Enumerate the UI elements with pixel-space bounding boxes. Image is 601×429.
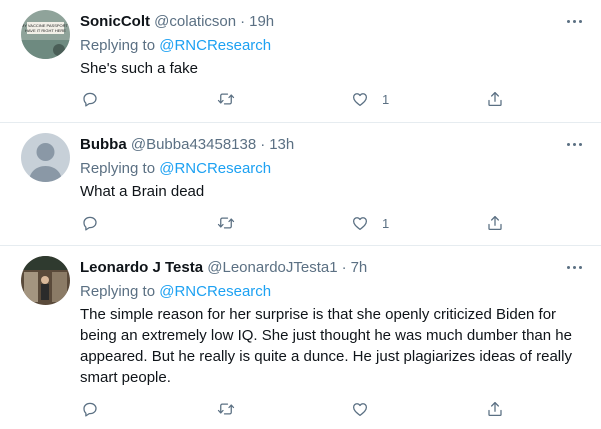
replying-to-label: Replying to [80,160,160,177]
timestamp[interactable]: 7h [351,259,368,276]
more-icon[interactable] [564,134,584,154]
retweet-icon [217,403,235,415]
tweet-header: Leonardo J Testa @LeonardoJTesta1 · 7h [80,258,367,278]
user-handle[interactable]: @Bubba43458138 [131,136,256,153]
reply-button[interactable] [81,397,99,421]
tweet-text: She's such a fake [80,60,198,77]
replying-to: Replying to @RNCResearch [80,36,271,56]
tweet-text: What a Brain dead [80,183,205,200]
like-icon [352,217,368,231]
like-button[interactable]: 1 [351,211,389,235]
replying-to: Replying to @RNCResearch [80,282,271,302]
tweet-header: SonicColt @colaticson · 19h [80,12,274,32]
retweet-icon [217,93,235,105]
timestamp[interactable]: 19h [249,13,274,30]
reply-icon [83,92,97,107]
user-handle[interactable]: @LeonardoJTesta1 [207,259,337,276]
retweet-button[interactable] [217,87,235,111]
display-name[interactable]: SonicColt [80,13,150,30]
mention-link[interactable]: @RNCResearch [159,283,271,300]
like-icon [352,93,368,107]
like-count: 1 [382,215,390,231]
svg-text:HAVE IT RIGHT HERE: HAVE IT RIGHT HERE [25,28,66,33]
avatar[interactable]: MY VACCINE PASSPORT? HAVE IT RIGHT HERE [21,10,70,59]
share-icon [488,401,502,417]
share-icon [488,91,502,107]
mention-link[interactable]: @RNCResearch [159,37,271,54]
avatar[interactable] [21,133,70,182]
share-icon [488,215,502,231]
tweet[interactable]: Bubba @Bubba43458138 · 13h Replying to @RN… [0,123,601,246]
replying-to-label: Replying to [80,283,160,300]
separator-dot: · [260,136,266,153]
tweet-actions: 1 [80,87,601,111]
tweet-actions: 1 [80,211,601,235]
more-icon[interactable] [564,257,584,277]
reply-icon [83,402,97,417]
replying-to-label: Replying to [80,37,160,54]
like-count: 1 [382,91,390,107]
retweet-button[interactable] [217,397,235,421]
display-name[interactable]: Leonardo J Testa [80,259,203,276]
tweet-actions [80,397,601,421]
separator-dot: · [240,13,246,30]
timestamp[interactable]: 13h [269,136,294,153]
tweet-header: Bubba @Bubba43458138 · 13h [80,135,294,155]
share-button[interactable] [486,397,504,421]
share-button[interactable] [486,87,504,111]
tweet-text: The simple reason for her surprise is th… [80,306,572,386]
more-icon[interactable] [564,11,584,31]
retweet-icon [217,217,235,229]
user-handle[interactable]: @colaticson [154,13,236,30]
mention-link[interactable]: @RNCResearch [159,160,271,177]
tweet[interactable]: MY VACCINE PASSPORT? HAVE IT RIGHT HERE … [0,0,601,123]
share-button[interactable] [486,211,504,235]
like-button[interactable]: 1 [351,87,389,111]
tweet[interactable]: Leonardo J Testa @LeonardoJTesta1 · 7h Rep… [0,246,601,429]
avatar[interactable] [21,256,70,305]
separator-dot: · [341,259,347,276]
reply-button[interactable] [81,87,99,111]
like-button[interactable] [351,397,369,421]
reply-icon [83,216,97,231]
retweet-button[interactable] [217,211,235,235]
reply-button[interactable] [81,211,99,235]
display-name[interactable]: Bubba [80,136,127,153]
replying-to: Replying to @RNCResearch [80,159,271,179]
like-icon [352,403,368,417]
